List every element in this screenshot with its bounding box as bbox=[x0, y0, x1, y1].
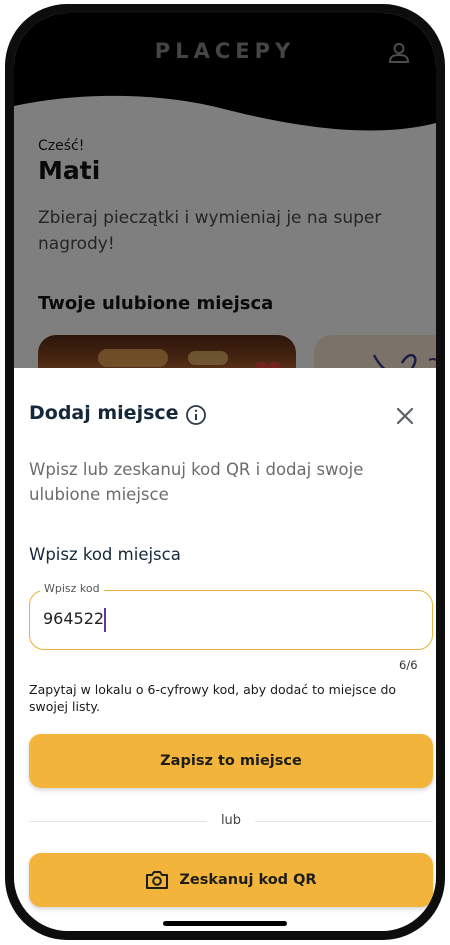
info-icon[interactable] bbox=[185, 404, 207, 426]
place-code-field[interactable]: Wpisz kod bbox=[29, 582, 433, 650]
phone-frame: PLACEPY Cześć! Mati Zbieraj pieczątki i … bbox=[5, 4, 445, 940]
character-counter: 6/6 bbox=[399, 658, 418, 672]
close-icon[interactable] bbox=[394, 405, 416, 427]
code-label: Wpisz kod miejsca bbox=[29, 545, 181, 564]
camera-icon bbox=[146, 871, 169, 889]
save-place-button[interactable]: Zapisz to miejsce bbox=[29, 734, 433, 788]
screen: PLACEPY Cześć! Mati Zbieraj pieczątki i … bbox=[14, 13, 436, 931]
divider-line bbox=[255, 821, 433, 822]
scan-qr-button-label: Zeskanuj kod QR bbox=[179, 872, 317, 888]
text-caret bbox=[104, 608, 106, 632]
or-divider: lub bbox=[29, 813, 433, 829]
scan-qr-button[interactable]: Zeskanuj kod QR bbox=[29, 853, 433, 907]
helper-text: Zapytaj w lokalu o 6-cyfrowy kod, aby do… bbox=[29, 682, 397, 714]
add-place-sheet: Dodaj miejsce Wpisz lub zeskanuj kod QR … bbox=[14, 368, 436, 931]
place-code-input[interactable] bbox=[43, 609, 343, 628]
sheet-description: Wpisz lub zeskanuj kod QR i dodaj swoje … bbox=[29, 460, 364, 504]
home-indicator[interactable] bbox=[163, 921, 287, 926]
save-place-button-label: Zapisz to miejsce bbox=[160, 753, 302, 769]
sheet-title: Dodaj miejsce bbox=[29, 402, 179, 424]
field-floating-label: Wpisz kod bbox=[40, 582, 104, 595]
